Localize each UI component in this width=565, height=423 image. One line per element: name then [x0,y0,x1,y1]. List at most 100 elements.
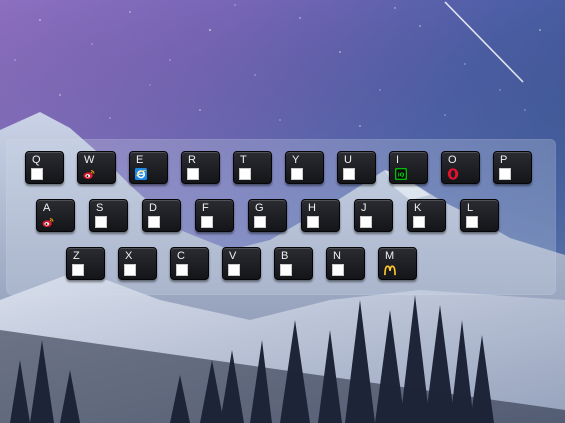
keyboard-row-qwerty: Q W E R T Y U IiQ O P [25,151,532,184]
empty-shortcut-slot [187,168,199,180]
key-letter-label: O [448,154,457,166]
key-g[interactable]: G [248,199,287,232]
key-s[interactable]: S [89,199,128,232]
blank-box-icon [291,168,303,180]
empty-shortcut-slot [228,264,240,276]
key-letter-label: Q [32,154,41,166]
key-letter-label: T [240,154,247,166]
empty-shortcut-slot [291,168,303,180]
key-letter-label: E [136,154,144,166]
empty-shortcut-slot [466,216,478,228]
empty-shortcut-slot [254,216,266,228]
key-k[interactable]: K [407,199,446,232]
key-letter-label: C [177,250,185,262]
key-letter-label: F [202,202,209,214]
blank-box-icon [499,168,511,180]
key-letter-label: Z [73,250,80,262]
key-w[interactable]: W [77,151,116,184]
key-letter-label: K [414,202,422,214]
empty-shortcut-slot [148,216,160,228]
key-c[interactable]: C [170,247,209,280]
blank-box-icon [72,264,84,276]
iqiyi-icon: iQ [395,168,407,180]
key-b[interactable]: B [274,247,313,280]
opera-icon [447,168,459,180]
ie-browser-icon [135,168,147,180]
empty-shortcut-slot [343,168,355,180]
key-letter-label: M [385,250,395,262]
empty-shortcut-slot [413,216,425,228]
key-i[interactable]: IiQ [389,151,428,184]
key-d[interactable]: D [142,199,181,232]
weibo-icon [83,168,95,180]
key-letter-label: J [361,202,367,214]
blank-box-icon [176,264,188,276]
key-letter-label: R [188,154,196,166]
key-letter-label: X [125,250,133,262]
blank-box-icon [343,168,355,180]
blank-box-icon [413,216,425,228]
blank-box-icon [307,216,319,228]
empty-shortcut-slot [124,264,136,276]
keyboard-row-asdf: ASDFGHJKL [36,199,499,232]
key-letter-label: S [96,202,104,214]
key-letter-label: W [84,154,95,166]
key-y[interactable]: Y [285,151,324,184]
key-j[interactable]: J [354,199,393,232]
blank-box-icon [31,168,43,180]
key-r[interactable]: R [181,151,220,184]
blank-box-icon [95,216,107,228]
mcdonalds-icon [384,264,396,276]
blank-box-icon [360,216,372,228]
empty-shortcut-slot [72,264,84,276]
keyboard-row-zxcv: ZXCVBNM [66,247,417,280]
key-x[interactable]: X [118,247,157,280]
key-v[interactable]: V [222,247,261,280]
blank-box-icon [201,216,213,228]
key-z[interactable]: Z [66,247,105,280]
key-m[interactable]: M [378,247,417,280]
key-letter-label: P [500,154,508,166]
blank-box-icon [124,264,136,276]
svg-text:iQ: iQ [398,172,405,178]
key-h[interactable]: H [301,199,340,232]
blank-box-icon [228,264,240,276]
key-t[interactable]: T [233,151,272,184]
empty-shortcut-slot [499,168,511,180]
key-letter-label: N [333,250,341,262]
key-letter-label: Y [292,154,300,166]
key-u[interactable]: U [337,151,376,184]
empty-shortcut-slot [201,216,213,228]
key-a[interactable]: A [36,199,75,232]
key-q[interactable]: Q [25,151,64,184]
empty-shortcut-slot [31,168,43,180]
key-p[interactable]: P [493,151,532,184]
blank-box-icon [332,264,344,276]
key-f[interactable]: F [195,199,234,232]
blank-box-icon [254,216,266,228]
key-o[interactable]: O [441,151,480,184]
key-letter-label: I [396,154,400,166]
empty-shortcut-slot [332,264,344,276]
empty-shortcut-slot [239,168,251,180]
blank-box-icon [148,216,160,228]
key-letter-label: G [255,202,264,214]
empty-shortcut-slot [307,216,319,228]
key-letter-label: A [43,202,51,214]
key-letter-label: D [149,202,157,214]
blank-box-icon [239,168,251,180]
key-e[interactable]: E [129,151,168,184]
weibo-icon [42,216,54,228]
blank-box-icon [280,264,292,276]
key-n[interactable]: N [326,247,365,280]
key-l[interactable]: L [460,199,499,232]
key-letter-label: B [281,250,289,262]
key-letter-label: V [229,250,237,262]
blank-box-icon [187,168,199,180]
quick-launch-keyboard-panel: Q W E R T Y U IiQ O P A S D F G H J K L Z X C V B N M [6,139,556,295]
key-letter-label: L [467,202,474,214]
blank-box-icon [466,216,478,228]
empty-shortcut-slot [95,216,107,228]
key-letter-label: U [344,154,352,166]
empty-shortcut-slot [360,216,372,228]
